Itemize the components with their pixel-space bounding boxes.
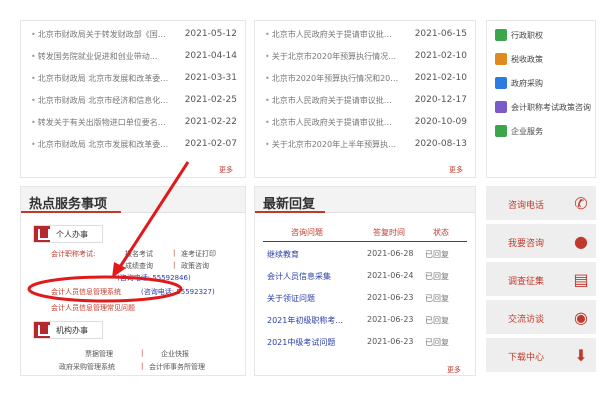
question-cell[interactable]: 2021中级考试问题 [267,337,335,348]
table-row[interactable]: 2021年初级职称考... 2021-06-23 已回复 [255,315,475,337]
question-cell[interactable]: 继续教育 [267,249,299,260]
service-button-label: 我要咨询 [508,239,545,249]
date-cell: 2021-06-24 [367,271,414,280]
date-cell: 2021-06-28 [367,249,414,258]
question-cell[interactable]: 会计人员信息采集 [267,271,331,282]
service-button-label: 交流访谈 [508,315,545,325]
service-button-label: 下载中心 [508,353,545,363]
table-row[interactable]: 会计人员信息采集 2021-06-24 已回复 [255,271,475,293]
service-button[interactable]: 我要咨询 ● [486,224,596,260]
header-divider [263,241,467,242]
service-button-label: 咨询电话 [508,201,545,211]
table-row[interactable]: 关于领证问题 2021-06-23 已回复 [255,293,475,315]
more-link[interactable]: 更多 [447,365,461,375]
service-button[interactable]: 调查征集 ▤ [486,262,596,298]
section-header: 最新回复 [255,187,475,213]
service-buttons-column: 咨询电话 ✆ 我要咨询 ● 调查征集 ▤ 交流访谈 ◉ 下载中心 ⬇ [486,186,596,376]
column-header-status: 状态 [433,228,449,237]
column-header-question: 咨询问题 [291,228,323,237]
status-cell: 已回复 [425,338,449,347]
service-button[interactable]: 下载中心 ⬇ [486,338,596,374]
status-cell: 已回复 [425,272,449,281]
status-cell: 已回复 [425,294,449,303]
latest-replies-panel: 最新回复 咨询问题 答复时间 状态 继续教育 2021-06-28 已回复 会计人员信… [254,186,476,376]
title-underline [255,211,325,213]
status-cell: 已回复 [425,316,449,325]
service-button[interactable]: 交流访谈 ◉ [486,300,596,336]
clipboard-icon: ▤ [573,270,589,289]
phone-icon: ✆ [574,194,588,213]
date-cell: 2021-06-23 [367,315,414,324]
status-cell: 已回复 [425,250,449,259]
table-row[interactable]: 继续教育 2021-06-28 已回复 [255,249,475,271]
column-header-reply-time: 答复时间 [373,228,405,237]
date-cell: 2021-06-23 [367,293,414,302]
download-icon: ⬇ [574,346,588,365]
service-button-label: 调查征集 [508,277,545,287]
table-row[interactable]: 2021中级考试问题 2021-06-23 已回复 [255,337,475,359]
service-button[interactable]: 咨询电话 ✆ [486,186,596,222]
chat-icon: ● [574,232,588,251]
question-cell[interactable]: 关于领证问题 [267,293,315,304]
reply-table-body: 继续教育 2021-06-28 已回复 会计人员信息采集 2021-06-24 已回复 关于… [255,249,475,369]
question-cell[interactable]: 2021年初级职称考... [267,315,343,326]
date-cell: 2021-06-23 [367,337,414,346]
interview-icon: ◉ [574,308,588,327]
section-title: 最新回复 [263,197,316,212]
